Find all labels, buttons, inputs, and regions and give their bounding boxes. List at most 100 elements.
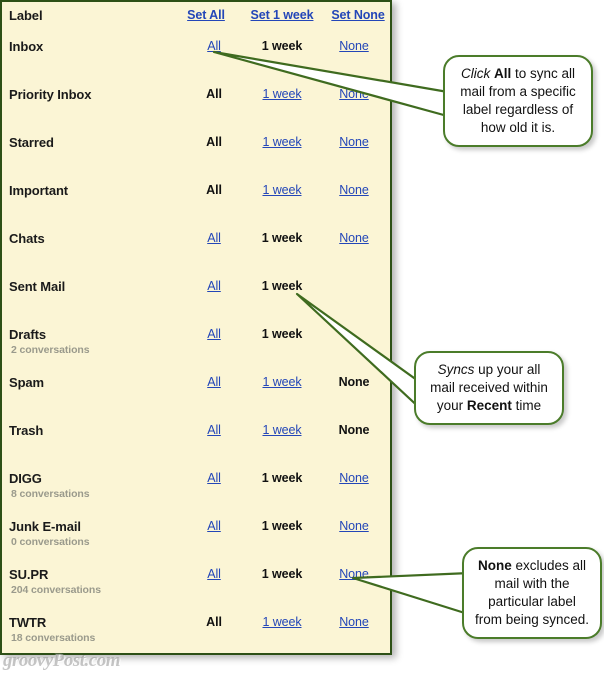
label-name-cell: Trash	[9, 423, 199, 438]
label-name-cell: Drafts 2 conversations	[9, 327, 199, 357]
option-week-link[interactable]: 1 week	[262, 375, 301, 389]
option-none-cell: None	[315, 183, 390, 198]
option-week-cell: 1 week	[243, 375, 321, 390]
option-none-link[interactable]: None	[339, 519, 369, 533]
option-none-cell: None	[315, 375, 390, 390]
option-all-cell: All	[175, 423, 253, 438]
callout-text-fragment: None	[477, 558, 512, 573]
option-none-cell: None	[315, 615, 390, 630]
set-1-week-link[interactable]: Set 1 week	[251, 8, 314, 22]
option-none-link[interactable]: None	[339, 39, 369, 53]
label-name-cell: TWTR 18 conversations	[9, 615, 199, 645]
option-all-cell: All	[175, 87, 253, 102]
label-name: Spam	[9, 375, 45, 390]
option-all-cell: All	[175, 279, 253, 294]
table-row: Trash All 1 week None	[0, 415, 390, 463]
option-week-link[interactable]: 1 week	[262, 615, 301, 629]
table-row: Starred All 1 week None	[0, 127, 390, 175]
option-all-link[interactable]: All	[207, 279, 221, 293]
label-name: Drafts	[9, 327, 46, 342]
label-name: SU.PR	[9, 567, 49, 582]
option-week-cell: 1 week	[243, 39, 321, 54]
option-none-link[interactable]: None	[339, 183, 369, 197]
option-all-link[interactable]: All	[207, 423, 221, 437]
option-all-link[interactable]: All	[207, 519, 221, 533]
option-week-link[interactable]: 1 week	[262, 87, 301, 101]
option-all-link[interactable]: All	[207, 375, 221, 389]
table-header-row: Label Set All Set 1 week Set None	[0, 0, 390, 31]
option-all-link[interactable]: All	[207, 39, 221, 53]
set-none-link[interactable]: Set None	[331, 8, 384, 22]
option-none-link[interactable]: None	[339, 615, 369, 629]
label-name: TWTR	[9, 615, 47, 630]
option-none-cell: None	[315, 423, 390, 438]
table-row: Spam All 1 week None	[0, 367, 390, 415]
option-all-cell: All	[175, 519, 253, 534]
option-all-selected: All	[206, 135, 222, 149]
option-all-selected: All	[206, 615, 222, 629]
option-week-selected: 1 week	[261, 567, 303, 581]
label-name: Inbox	[9, 39, 44, 54]
table-row: DIGG 8 conversations All 1 week None	[0, 463, 390, 511]
option-none-cell: None	[315, 231, 390, 246]
label-name-cell: Junk E-mail 0 conversations	[9, 519, 199, 549]
label-name: Priority Inbox	[9, 87, 92, 102]
option-week-selected: 1 week	[261, 279, 303, 293]
label-name-cell: Inbox	[9, 39, 199, 54]
table-row: Sent Mail All 1 week	[0, 271, 390, 319]
option-week-link[interactable]: 1 week	[262, 183, 301, 197]
option-all-cell: All	[175, 135, 253, 150]
option-none-selected: None	[338, 375, 370, 389]
conversation-count: 18 conversations	[11, 632, 96, 644]
option-all-link[interactable]: All	[207, 231, 221, 245]
option-week-selected: 1 week	[261, 519, 303, 533]
option-none-cell: None	[315, 471, 390, 486]
option-none-link[interactable]: None	[339, 567, 369, 581]
conversation-count: 204 conversations	[11, 584, 101, 596]
table-row: Chats All 1 week None	[0, 223, 390, 271]
option-week-link[interactable]: 1 week	[262, 423, 301, 437]
option-none-link[interactable]: None	[339, 135, 369, 149]
option-none-cell: None	[315, 567, 390, 582]
label-name-cell: Chats	[9, 231, 199, 246]
option-week-selected: 1 week	[261, 471, 303, 485]
option-none-link[interactable]: None	[339, 87, 369, 101]
option-week-link[interactable]: 1 week	[262, 135, 301, 149]
option-all-link[interactable]: All	[207, 471, 221, 485]
table-row: Important All 1 week None	[0, 175, 390, 223]
option-week-cell: 1 week	[243, 87, 321, 102]
option-none-link[interactable]: None	[339, 471, 369, 485]
option-week-selected: 1 week	[261, 327, 303, 341]
label-settings-table: Label Set All Set 1 week Set None Inbox All 1 …	[0, 0, 390, 653]
option-none-cell: None	[315, 87, 390, 102]
label-name-cell: Sent Mail	[9, 279, 199, 294]
option-week-selected: 1 week	[261, 39, 303, 53]
option-all-link[interactable]: All	[207, 567, 221, 581]
option-week-cell: 1 week	[243, 471, 321, 486]
conversation-count: 2 conversations	[11, 344, 90, 356]
option-all-link[interactable]: All	[207, 327, 221, 341]
option-all-selected: All	[206, 183, 222, 197]
label-name: Sent Mail	[9, 279, 66, 294]
option-all-cell: All	[175, 183, 253, 198]
label-name: Chats	[9, 231, 45, 246]
option-week-cell: 1 week	[243, 615, 321, 630]
label-name-cell: SU.PR 204 conversations	[9, 567, 199, 597]
label-name: Important	[9, 183, 69, 198]
set-all-link[interactable]: Set All	[187, 8, 225, 22]
option-none-selected: None	[338, 423, 370, 437]
option-none-cell: None	[315, 135, 390, 150]
option-week-cell: 1 week	[243, 231, 321, 246]
option-week-cell: 1 week	[243, 519, 321, 534]
option-week-cell: 1 week	[243, 327, 321, 342]
set-1-week-link-cell: Set 1 week	[237, 8, 327, 23]
label-sync-settings-panel: Label Set All Set 1 week Set None Inbox All 1 …	[0, 0, 392, 655]
site-watermark: groovyPost.com	[3, 650, 121, 671]
label-name: Starred	[9, 135, 54, 150]
label-name: Trash	[9, 423, 44, 438]
option-week-selected: 1 week	[261, 231, 303, 245]
option-all-cell: All	[175, 39, 253, 54]
callout-text-fragment: Syncs	[437, 362, 475, 377]
option-none-link[interactable]: None	[339, 231, 369, 245]
option-all-cell: All	[175, 567, 253, 582]
